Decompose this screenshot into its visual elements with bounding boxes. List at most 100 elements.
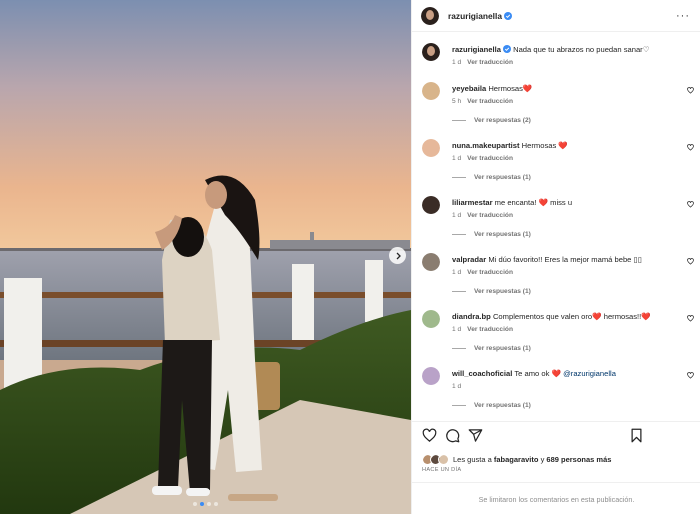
comment-meta: 1 d Ver traducción xyxy=(452,155,513,162)
view-replies-label: Ver respuestas (1) xyxy=(474,174,531,181)
translate-link[interactable]: Ver traducción xyxy=(467,269,513,276)
like-comment-heart-icon[interactable] xyxy=(687,201,694,208)
photo-image xyxy=(0,0,411,514)
comment-text: will_coachoficial Te amo ok ❤️ @razurigi… xyxy=(452,368,672,379)
caption-body: Nada que tu abrazos no puedan sanar♡ xyxy=(513,45,650,54)
comment-text: liliarmestar me encanta! ❤️ miss u xyxy=(452,197,672,208)
bookmark-icon[interactable] xyxy=(629,428,644,443)
avatar[interactable] xyxy=(422,82,440,100)
replies-divider xyxy=(452,405,466,406)
replies-divider xyxy=(452,348,466,349)
likes-user[interactable]: fabagaravito xyxy=(494,455,539,464)
comment-icon[interactable] xyxy=(445,428,460,443)
post-photo[interactable] xyxy=(0,0,411,514)
comment-body: Hermosas ❤️ xyxy=(521,141,568,150)
comment-text: diandra.bp Complementos que valen oro❤️ … xyxy=(452,311,672,322)
more-options-icon[interactable]: ··· xyxy=(676,10,690,22)
comment-time: 1 d xyxy=(452,269,462,276)
likes-text: Les gusta a fabagaravito y 689 personas … xyxy=(453,455,612,464)
verified-badge-icon xyxy=(502,45,511,53)
comment-time: 1 d xyxy=(452,383,462,390)
comment-meta: 1 d Ver traducción xyxy=(452,269,513,276)
view-replies-button[interactable]: Ver respuestas (1) xyxy=(452,174,531,181)
photo-dot xyxy=(200,502,204,506)
avatar xyxy=(438,454,449,465)
likes-count[interactable]: 689 personas más xyxy=(546,455,611,464)
view-replies-button[interactable]: Ver respuestas (1) xyxy=(452,231,531,238)
replies-divider xyxy=(452,120,466,121)
comment-body: Mi dúo favorito!! Eres la mejor mamá beb… xyxy=(488,255,642,264)
comments-list: razurigianella Nada que tu abrazos no pu… xyxy=(412,33,700,421)
view-replies-button[interactable]: Ver respuestas (1) xyxy=(452,345,531,352)
chevron-right-icon xyxy=(396,252,401,259)
comment-time: 1 d xyxy=(452,155,462,162)
avatar[interactable] xyxy=(422,310,440,328)
share-icon[interactable] xyxy=(468,428,483,443)
view-replies-button[interactable]: Ver respuestas (1) xyxy=(452,402,531,409)
translate-link[interactable]: Ver traducción xyxy=(467,155,513,162)
comment-text: nuna.makeupartist Hermosas ❤️ xyxy=(452,140,672,151)
view-replies-button[interactable]: Ver respuestas (1) xyxy=(452,288,531,295)
caption-meta: 1 d Ver traducción xyxy=(452,59,513,66)
view-replies-label: Ver respuestas (1) xyxy=(474,402,531,409)
avatar[interactable] xyxy=(422,43,440,61)
verified-badge-icon xyxy=(504,11,512,20)
replies-divider xyxy=(452,177,466,178)
comment-body: Complementos que valen oro❤️ hermosas!!❤… xyxy=(492,312,651,321)
replies-divider xyxy=(452,234,466,235)
comment-text: valpradar Mi dúo favorito!! Eres la mejo… xyxy=(452,254,672,265)
comment-text: yeyebaila Hermosas❤️ xyxy=(452,83,672,94)
like-comment-heart-icon[interactable] xyxy=(687,315,694,322)
comment-username[interactable]: nuna.makeupartist xyxy=(452,141,520,150)
comment-meta: 1 d xyxy=(452,383,461,390)
post-header: razurigianella ··· xyxy=(412,0,700,32)
caption-username[interactable]: razurigianella xyxy=(452,45,501,54)
caption-text: razurigianella Nada que tu abrazos no pu… xyxy=(452,44,672,55)
view-replies-label: Ver respuestas (2) xyxy=(474,117,531,124)
next-photo-button[interactable] xyxy=(389,247,406,264)
comment-body: Hermosas❤️ xyxy=(488,84,533,93)
comment-body: Te amo ok ❤️ xyxy=(514,369,561,378)
view-replies-label: Ver respuestas (1) xyxy=(474,345,531,352)
photo-dot xyxy=(214,502,218,506)
avatar[interactable] xyxy=(422,253,440,271)
comment-username[interactable]: liliarmestar xyxy=(452,198,493,207)
translate-link[interactable]: Ver traducción xyxy=(467,326,513,333)
photo-dot xyxy=(207,502,211,506)
comment-time: 5 h xyxy=(452,98,462,105)
comment-time: 1 d xyxy=(452,326,462,333)
heart-icon[interactable] xyxy=(422,428,437,443)
comment-mention[interactable]: @razurigianella xyxy=(563,369,616,378)
photo-pagination-dots xyxy=(0,502,411,506)
comment-body: me encanta! ❤️ miss u xyxy=(494,198,573,207)
avatar[interactable] xyxy=(421,6,439,25)
like-comment-heart-icon[interactable] xyxy=(687,144,694,151)
post-time-ago: HACE UN DÍA xyxy=(422,467,462,473)
comments-limited-notice: Se limitaron los comentarios en esta pub… xyxy=(412,482,700,514)
view-replies-label: Ver respuestas (1) xyxy=(474,231,531,238)
comment-username[interactable]: valpradar xyxy=(452,255,486,264)
post-sidebar: razurigianella ··· razurigianella Nada q… xyxy=(411,0,700,514)
translate-link[interactable]: Ver traducción xyxy=(467,59,513,66)
avatar[interactable] xyxy=(422,367,440,385)
like-comment-heart-icon[interactable] xyxy=(687,258,694,265)
comment-meta: 5 h Ver traducción xyxy=(452,98,513,105)
avatar[interactable] xyxy=(422,139,440,157)
avatar[interactable] xyxy=(422,196,440,214)
comment-time: 1 d xyxy=(452,212,462,219)
comment-username[interactable]: will_coachoficial xyxy=(452,369,512,378)
replies-divider xyxy=(452,291,466,292)
comment-username[interactable]: yeyebaila xyxy=(452,84,486,93)
translate-link[interactable]: Ver traducción xyxy=(467,212,513,219)
likes-summary[interactable]: Les gusta a fabagaravito y 689 personas … xyxy=(422,454,611,465)
like-comment-heart-icon[interactable] xyxy=(687,87,694,94)
caption-time: 1 d xyxy=(452,59,462,66)
post-actions: Les gusta a fabagaravito y 689 personas … xyxy=(412,421,700,514)
like-comment-heart-icon[interactable] xyxy=(687,372,694,379)
photo-dot xyxy=(193,502,197,506)
view-replies-button[interactable]: Ver respuestas (2) xyxy=(452,117,531,124)
comment-username[interactable]: diandra.bp xyxy=(452,312,491,321)
translate-link[interactable]: Ver traducción xyxy=(467,98,513,105)
view-replies-label: Ver respuestas (1) xyxy=(474,288,531,295)
post-author-username[interactable]: razurigianella xyxy=(448,11,512,21)
